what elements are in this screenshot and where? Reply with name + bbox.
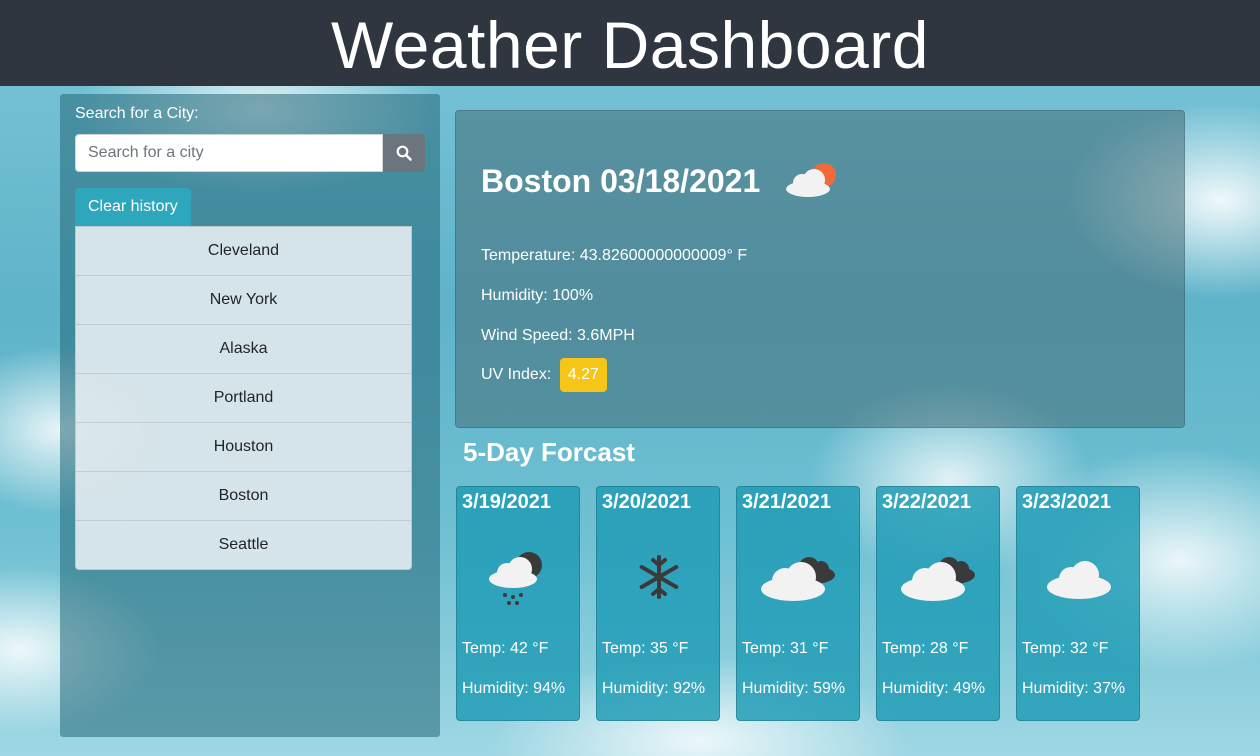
search-history-list: Cleveland New York Alaska Portland Houst… bbox=[75, 226, 412, 570]
history-item-boston[interactable]: Boston bbox=[76, 471, 411, 520]
forecast-card: 3/21/2021 Temp: 31 °F Humidity: 59% bbox=[736, 486, 860, 721]
history-item-cleveland[interactable]: Cleveland bbox=[76, 227, 411, 275]
history-item-portland[interactable]: Portland bbox=[76, 373, 411, 422]
current-weather-panel: Boston 03/18/2021 Temperature: 43.826000… bbox=[455, 110, 1185, 428]
forecast-card: 3/20/2021 Temp: 35 °F Humidity: 92% bbox=[596, 486, 720, 721]
search-sidebar: Search for a City: Clear history Clevela… bbox=[60, 94, 440, 737]
forecast-humidity: Humidity: 49% bbox=[882, 680, 986, 697]
forecast-title: 5-Day Forcast bbox=[463, 437, 635, 467]
search-label: Search for a City: bbox=[75, 105, 199, 122]
forecast-date: 3/20/2021 bbox=[602, 491, 691, 513]
history-item-alaska[interactable]: Alaska bbox=[76, 324, 411, 373]
forecast-temp: Temp: 31 °F bbox=[742, 640, 829, 657]
forecast-date: 3/21/2021 bbox=[742, 491, 831, 513]
broken-clouds-icon bbox=[737, 545, 861, 609]
clear-history-button[interactable]: Clear history bbox=[75, 188, 191, 226]
forecast-humidity: Humidity: 92% bbox=[602, 680, 706, 697]
search-icon bbox=[396, 145, 412, 161]
app-title: Weather Dashboard bbox=[331, 8, 929, 82]
forecast-date: 3/22/2021 bbox=[882, 491, 971, 513]
uv-label: UV Index: bbox=[481, 366, 552, 383]
forecast-date: 3/19/2021 bbox=[462, 491, 551, 513]
partly-cloudy-icon bbox=[784, 159, 840, 208]
forecast-temp: Temp: 28 °F bbox=[882, 640, 969, 657]
forecast-temp: Temp: 35 °F bbox=[602, 640, 689, 657]
forecast-humidity: Humidity: 37% bbox=[1022, 680, 1126, 697]
current-temperature: Temperature: 43.82600000000009° F bbox=[481, 247, 748, 264]
snowflake-icon bbox=[597, 545, 721, 609]
forecast-date: 3/23/2021 bbox=[1022, 491, 1111, 513]
forecast-temp: Temp: 32 °F bbox=[1022, 640, 1109, 657]
rain-cloud-icon bbox=[457, 545, 581, 609]
forecast-humidity: Humidity: 94% bbox=[462, 680, 566, 697]
uv-index-badge: 4.27 bbox=[559, 358, 607, 392]
cloud-icon bbox=[1017, 545, 1141, 609]
search-row bbox=[75, 134, 425, 172]
current-humidity: Humidity: 100% bbox=[481, 287, 594, 304]
current-city-title: Boston 03/18/2021 bbox=[481, 163, 761, 199]
current-uv-row: UV Index: 4.27 bbox=[481, 358, 607, 392]
search-button[interactable] bbox=[383, 134, 425, 172]
forecast-card: 3/22/2021 Temp: 28 °F Humidity: 49% bbox=[876, 486, 1000, 721]
search-input[interactable] bbox=[75, 134, 383, 172]
forecast-humidity: Humidity: 59% bbox=[742, 680, 846, 697]
history-item-seattle[interactable]: Seattle bbox=[76, 520, 411, 569]
forecast-card: 3/23/2021 Temp: 32 °F Humidity: 37% bbox=[1016, 486, 1140, 721]
current-wind-speed: Wind Speed: 3.6MPH bbox=[481, 327, 635, 344]
forecast-card: 3/19/2021 Temp: 42 °F Humidity: 94% bbox=[456, 486, 580, 721]
app-header: Weather Dashboard bbox=[0, 0, 1260, 86]
forecast-temp: Temp: 42 °F bbox=[462, 640, 549, 657]
history-item-houston[interactable]: Houston bbox=[76, 422, 411, 471]
broken-clouds-icon bbox=[877, 545, 1001, 609]
history-item-new-york[interactable]: New York bbox=[76, 275, 411, 324]
